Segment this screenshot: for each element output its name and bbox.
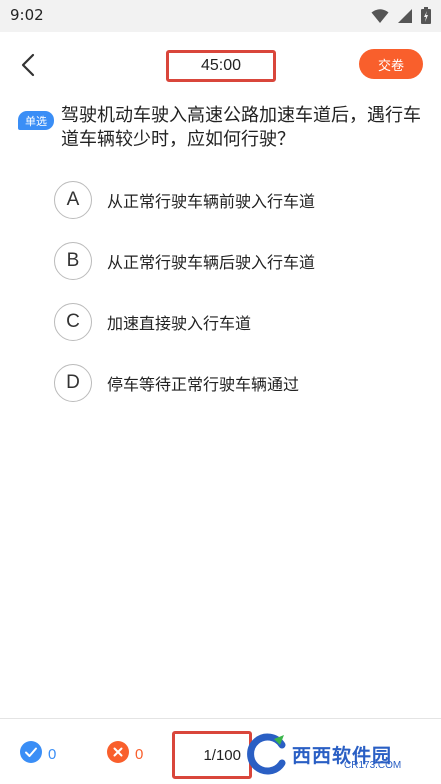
option-c[interactable]: C 加速直接驶入行车道 (54, 302, 427, 342)
header: 45:00 交卷 (0, 32, 441, 98)
question-progress[interactable]: 1/100 (172, 731, 252, 779)
wrong-count-button[interactable]: 0 (107, 741, 143, 767)
wifi-icon (371, 8, 389, 24)
check-circle-icon (20, 741, 42, 767)
option-letter: D (54, 364, 92, 402)
progress-text: 1/100 (203, 746, 241, 764)
option-text: 停车等待正常行驶车辆通过 (107, 375, 300, 394)
option-letter: B (54, 242, 92, 280)
watermark-domain: CR173.COM (344, 760, 402, 771)
status-bar: 9:02 (0, 0, 441, 32)
correct-count-button[interactable]: 0 (20, 741, 56, 767)
option-text: 从正常行驶车辆后驶入行车道 (107, 253, 316, 272)
options-list: A 从正常行驶车辆前驶入行车道 B 从正常行驶车辆后驶入行车道 C 加速直接驶入… (54, 180, 427, 424)
signal-icon (397, 8, 413, 24)
cross-circle-icon (107, 741, 129, 767)
question: 单选 驾驶机动车驶入高速公路加速车道后，遇行车道车辆较少时，应如何行驶？ (18, 104, 427, 152)
timer: 45:00 (166, 50, 276, 82)
timer-text: 45:00 (200, 57, 242, 74)
submit-button[interactable]: 交卷 (359, 49, 423, 79)
status-icons (371, 7, 431, 24)
question-text: 驾驶机动车驶入高速公路加速车道后，遇行车道车辆较少时，应如何行驶？ (61, 105, 421, 150)
watermark: 西西软件园 CR173.COM (244, 730, 439, 778)
battery-icon (421, 7, 431, 24)
option-text: 加速直接驶入行车道 (107, 314, 252, 333)
correct-count: 0 (48, 745, 57, 763)
option-a[interactable]: A 从正常行驶车辆前驶入行车道 (54, 180, 427, 220)
status-time: 9:02 (10, 6, 44, 24)
watermark-logo-icon (244, 731, 290, 777)
option-letter: A (54, 181, 92, 219)
back-button[interactable] (14, 50, 44, 80)
back-arrow-icon (14, 53, 44, 84)
option-text: 从正常行驶车辆前驶入行车道 (107, 192, 316, 211)
option-letter: C (54, 303, 92, 341)
option-b[interactable]: B 从正常行驶车辆后驶入行车道 (54, 241, 427, 281)
question-type-badge: 单选 (18, 111, 54, 130)
wrong-count: 0 (135, 745, 144, 763)
option-d[interactable]: D 停车等待正常行驶车辆通过 (54, 363, 427, 403)
